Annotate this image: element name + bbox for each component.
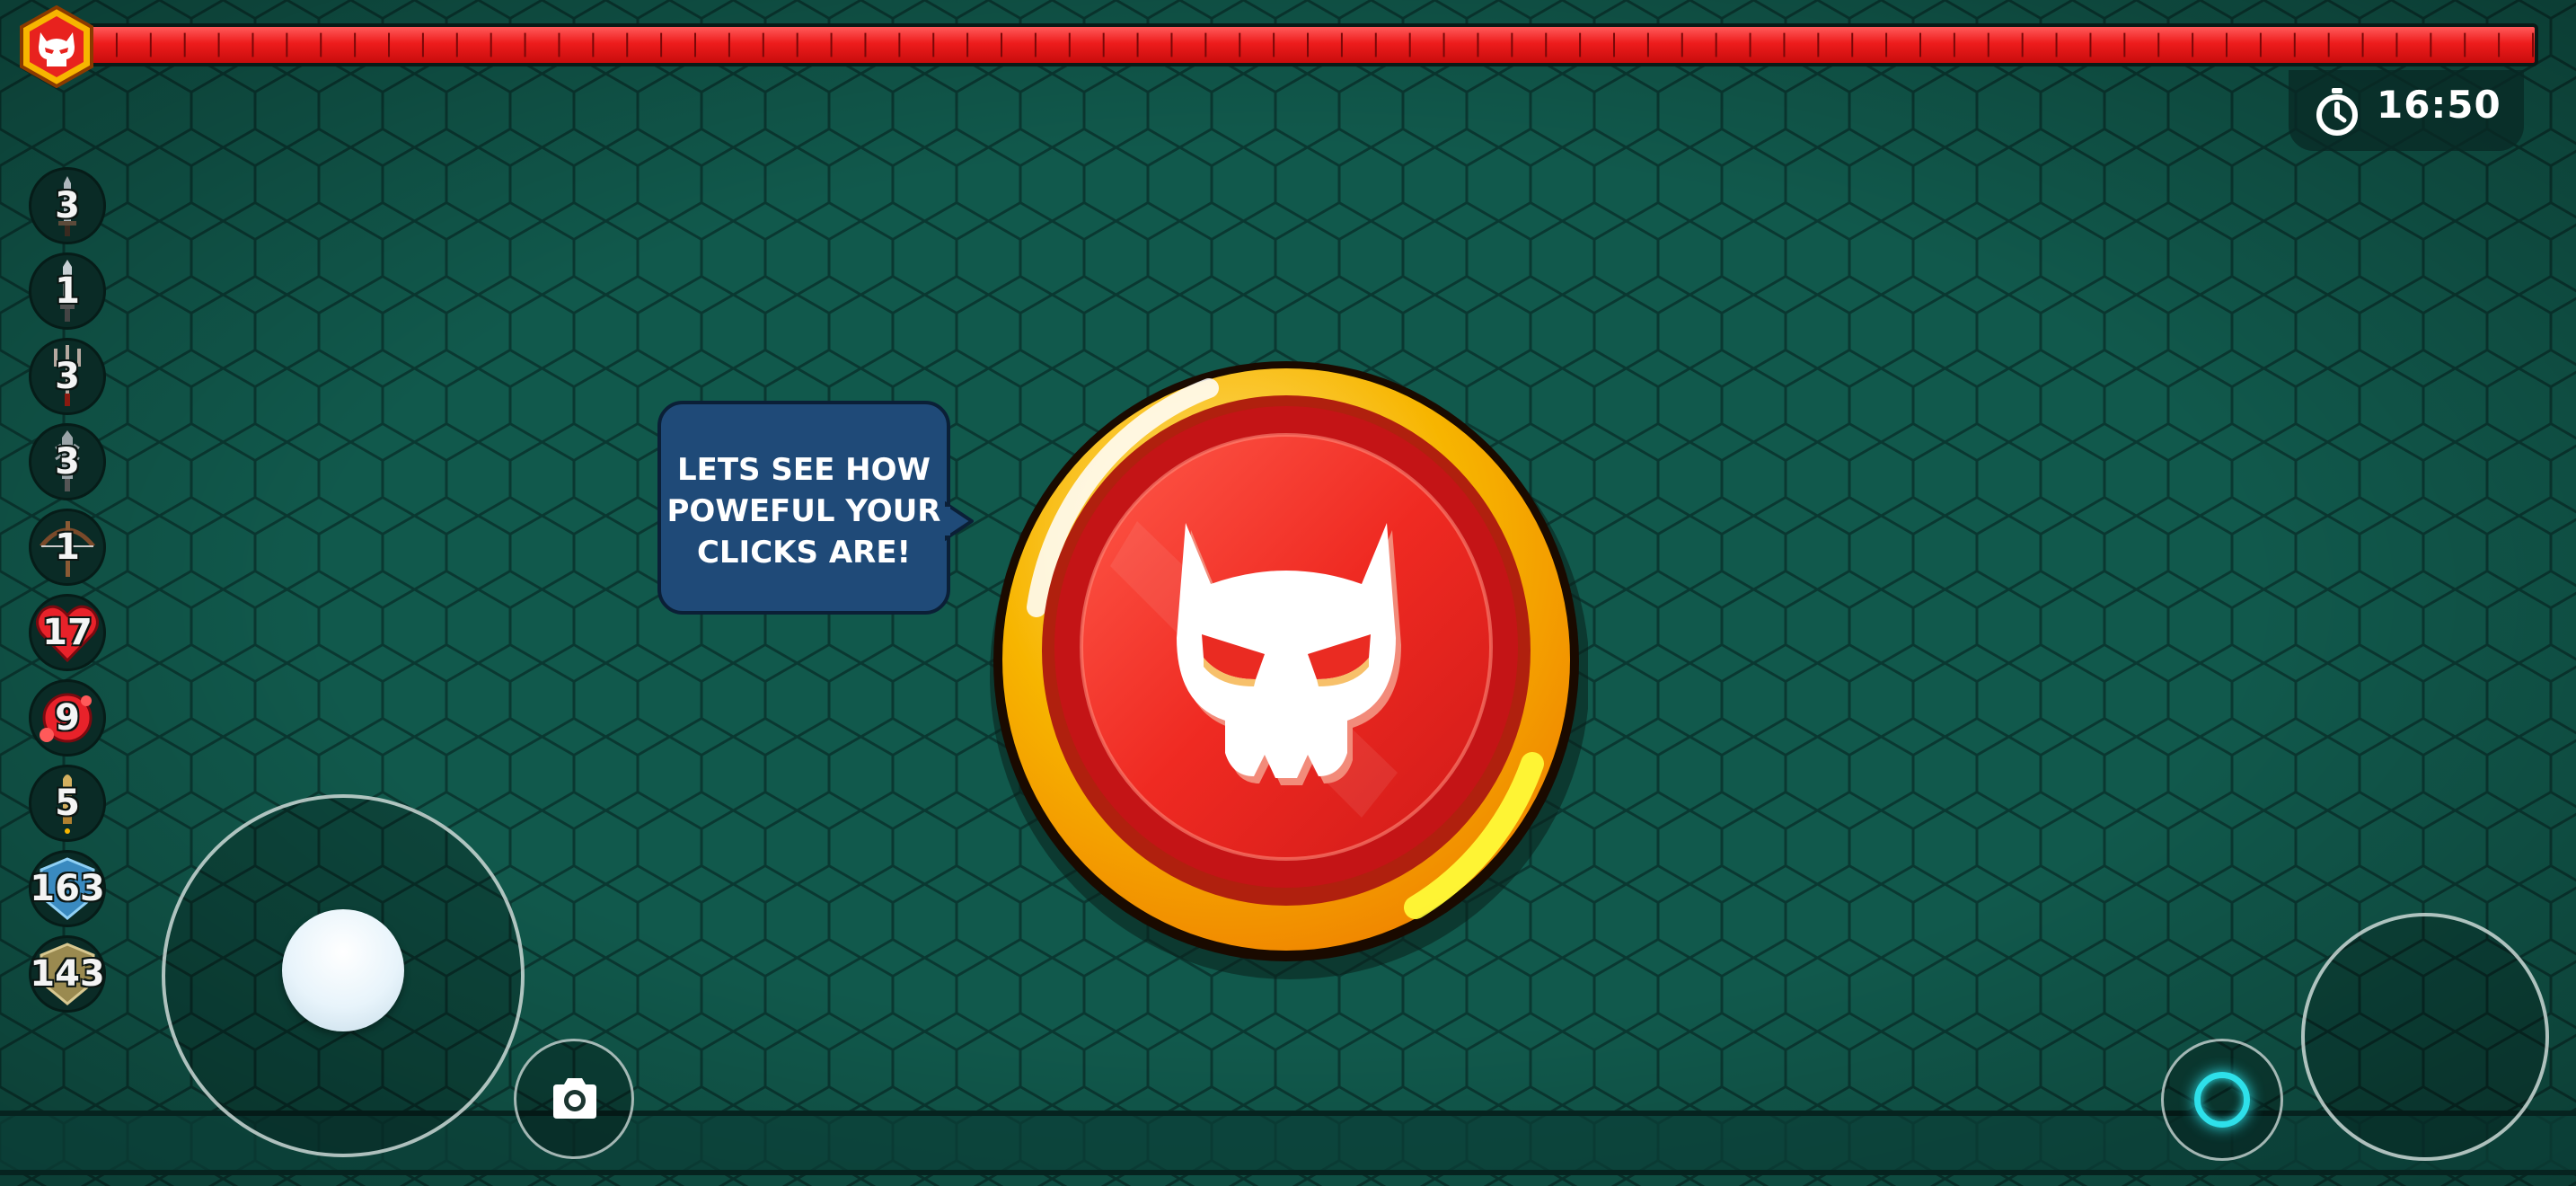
demon-skull-icon bbox=[20, 5, 93, 88]
action-button[interactable] bbox=[2161, 1039, 2283, 1161]
inventory-slot[interactable]: 17 bbox=[29, 594, 106, 671]
inventory-slot[interactable]: 143 bbox=[29, 935, 106, 1013]
match-timer: 16:50 bbox=[2289, 70, 2524, 151]
game-scene: 16:50 3 1 3 3 1 17 9 5 163 143 LETS SEE HOW POWEF… bbox=[0, 0, 2576, 1186]
inventory-count: 17 bbox=[42, 612, 93, 653]
inventory-slot[interactable]: 1 bbox=[29, 509, 106, 586]
speech-bubble-text: LETS SEE HOW POWEFUL YOUR CLICKS ARE! bbox=[666, 452, 941, 571]
inventory-slot[interactable]: 3 bbox=[29, 423, 106, 500]
inventory-count: 5 bbox=[55, 783, 80, 824]
inventory-slot[interactable]: 163 bbox=[29, 850, 106, 927]
inventory-count: 3 bbox=[55, 356, 80, 397]
stopwatch-icon bbox=[2316, 88, 2358, 136]
inventory-count: 3 bbox=[55, 441, 80, 482]
boss-health-bar bbox=[86, 23, 2538, 66]
joystick-knob[interactable] bbox=[282, 909, 404, 1031]
attack-joystick[interactable] bbox=[2301, 913, 2549, 1161]
boss-click-button[interactable] bbox=[984, 350, 1588, 979]
inventory-count: 163 bbox=[30, 868, 105, 909]
inventory-count: 1 bbox=[55, 270, 80, 312]
health-bar-ticks bbox=[115, 32, 2535, 58]
inventory-slot[interactable]: 1 bbox=[29, 252, 106, 330]
camera-button[interactable] bbox=[514, 1039, 634, 1159]
ring-icon bbox=[2194, 1072, 2250, 1128]
camera-icon bbox=[553, 1078, 596, 1119]
timer-value: 16:50 bbox=[2377, 83, 2501, 127]
inventory-count: 3 bbox=[55, 185, 80, 226]
inventory-slot[interactable]: 5 bbox=[29, 765, 106, 842]
inventory-count: 9 bbox=[55, 697, 80, 739]
inventory-count: 143 bbox=[30, 953, 105, 995]
inventory-count: 1 bbox=[55, 527, 80, 568]
speech-bubble-tail bbox=[945, 501, 974, 541]
inventory-slot[interactable]: 3 bbox=[29, 338, 106, 415]
tutorial-speech-bubble: LETS SEE HOW POWEFUL YOUR CLICKS ARE! bbox=[657, 401, 950, 615]
inventory-slot[interactable]: 3 bbox=[29, 167, 106, 244]
inventory-slot[interactable]: 9 bbox=[29, 679, 106, 757]
